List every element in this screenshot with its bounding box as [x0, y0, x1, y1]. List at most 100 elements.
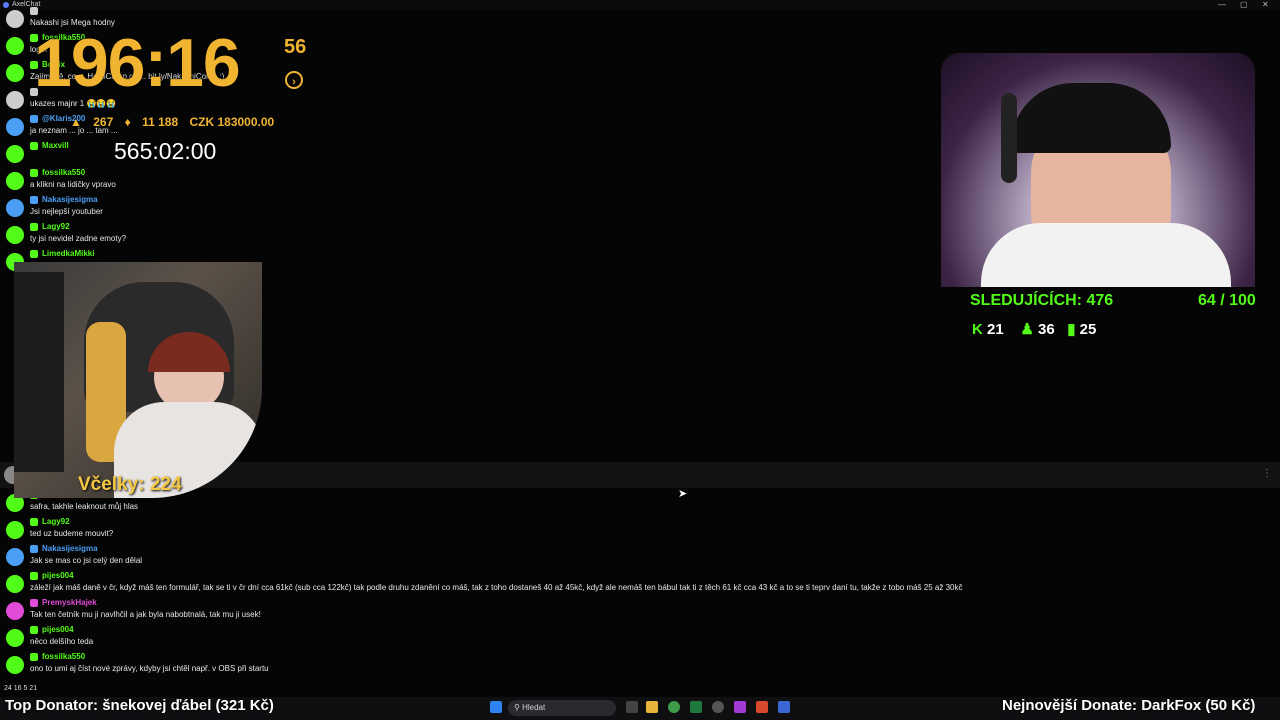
avatar[interactable] — [6, 118, 24, 136]
avatar[interactable] — [6, 37, 24, 55]
chat-message[interactable]: PremyskHajek Tak ten četník mu ji navlhči… — [4, 597, 524, 624]
facecam-right — [941, 53, 1255, 287]
stat-b: 36 — [1038, 321, 1055, 338]
chat-text: a klikni na lidičky vpravo — [30, 180, 116, 189]
badge-icon — [30, 545, 38, 553]
task-view-icon[interactable] — [626, 701, 638, 713]
bees-counter: Včelky: 224 — [78, 474, 182, 496]
chat-text: Jak se mas co jsi celý den dělal — [30, 556, 143, 565]
avatar[interactable] — [6, 602, 24, 620]
timer-seconds: 56 — [284, 36, 307, 58]
followers-count: 11 188 — [142, 115, 179, 129]
avatar[interactable] — [6, 145, 24, 163]
avatar[interactable] — [6, 548, 24, 566]
bars-icon: ▮ — [1067, 321, 1076, 338]
obs-icon[interactable] — [712, 701, 724, 713]
chat-username[interactable]: Nakasijesigma — [42, 194, 98, 205]
chat-text: záleží jak máš daně v čr, když máš ten f… — [30, 583, 963, 592]
avatar[interactable] — [6, 575, 24, 593]
avatar[interactable] — [6, 629, 24, 647]
background-shelf — [14, 272, 64, 472]
more-options-icon[interactable]: ⋮ — [1262, 468, 1272, 479]
chat-username[interactable]: fossilka550 — [42, 651, 85, 662]
bees-label: Včelky: — [78, 474, 145, 495]
badge-icon — [30, 572, 38, 580]
badge-icon — [30, 599, 38, 607]
badge-icon — [30, 142, 38, 150]
avatar[interactable] — [6, 199, 24, 217]
chat-text: Jsi nejlepší youtuber — [30, 207, 103, 216]
chat-message[interactable]: pijes004 záleží jak máš daně v čr, když m… — [4, 570, 962, 597]
facecam-left — [14, 262, 262, 498]
subs-count: 267 — [93, 115, 114, 129]
file-explorer-icon[interactable] — [646, 701, 658, 713]
chat-text: ted uz budeme mouvit? — [30, 529, 114, 538]
chat-message[interactable]: fossilka550 a klikni na lidičky vpravo — [4, 167, 524, 194]
minimize-button[interactable]: — — [1218, 0, 1226, 10]
search-placeholder: Hledat — [522, 703, 546, 712]
avatar[interactable] — [6, 64, 24, 82]
chat-username[interactable]: pijes004 — [42, 570, 74, 581]
cap — [1011, 83, 1171, 153]
badge-icon — [30, 626, 38, 634]
stat-a: 21 — [987, 321, 1004, 338]
chrome-icon[interactable] — [668, 701, 680, 713]
axelchat-icon[interactable] — [778, 701, 790, 713]
kick-icon: K — [972, 321, 983, 338]
viewers-count: SLEDUJÍCÍCH: 476 — [970, 292, 1114, 309]
mini-stats: K 21 ♟ 36 ▮ 25 — [972, 320, 1096, 338]
currency-total: CZK 183000.00 — [189, 115, 275, 129]
chat-username[interactable]: Lagy92 — [42, 516, 70, 527]
avatar[interactable] — [6, 10, 24, 28]
mouse-cursor-icon: ➤ — [678, 488, 688, 500]
chat-text: Tak ten četník mu ji navlhčil a jak byla… — [30, 610, 261, 619]
chat-username[interactable]: PremyskHajek — [42, 597, 97, 608]
badge-icon — [30, 223, 38, 231]
chat-text: safra, takhle leaknout můj hlas — [30, 502, 139, 511]
chat-message[interactable]: fossilka550 ono to umi aj číst nové zpráv… — [4, 651, 524, 678]
app-icon[interactable] — [734, 701, 746, 713]
chat-message[interactable]: Maxvill — [4, 140, 524, 167]
taskbar-search[interactable]: ⚲ Hledat — [508, 700, 616, 716]
excel-icon[interactable] — [690, 701, 702, 713]
badge-icon — [30, 7, 38, 15]
subathon-timer: 196:16 — [34, 25, 241, 101]
chat-message[interactable]: Nakasijesigma Jak se mas co jsi celý den … — [4, 543, 524, 570]
chevron-right-icon: › — [285, 71, 303, 89]
chat-username[interactable]: Nakasijesigma — [42, 543, 98, 554]
sub-goal: 64 / 100 — [1198, 292, 1256, 309]
maximize-button[interactable]: ▢ — [1240, 0, 1248, 10]
avatar[interactable] — [6, 91, 24, 109]
chat-message[interactable]: Lagy92 ty jsi nevidel zadne emoty? — [4, 221, 524, 248]
close-button[interactable]: ✕ — [1262, 0, 1269, 10]
person-icon: ▲ — [70, 115, 82, 129]
badge-icon — [30, 115, 38, 123]
badge-icon — [30, 196, 38, 204]
chat-message[interactable]: pijes004 něco delšího teda — [4, 624, 524, 651]
avatar[interactable] — [6, 656, 24, 674]
stats-row: ▲ 267 ♦ 11 188 CZK 183000.00 — [70, 115, 282, 129]
badge-icon — [30, 518, 38, 526]
total-time: 565:02:00 — [114, 138, 217, 164]
stat-c: 25 — [1079, 321, 1097, 338]
chat-username[interactable]: Maxvill — [42, 140, 69, 151]
chat-username[interactable]: fossilka550 — [42, 167, 85, 178]
person-icon: ♟ — [1020, 321, 1034, 338]
tshirt — [981, 223, 1231, 287]
chat-message[interactable]: Nakasijesigma Jsi nejlepší youtuber — [4, 194, 524, 221]
chat-username[interactable]: pijes004 — [42, 624, 74, 635]
bees-count: 224 — [149, 474, 182, 495]
chat-text: něco delšího teda — [30, 637, 94, 646]
chat-username[interactable]: Lagy92 — [42, 221, 70, 232]
avatar[interactable] — [6, 172, 24, 190]
chat-text: ono to umi aj číst nové zprávy, kdyby js… — [30, 664, 269, 673]
headphones — [1001, 93, 1017, 183]
chat-username[interactable]: LimedkaMikki — [42, 248, 94, 259]
avatar[interactable] — [6, 226, 24, 244]
windows-start-icon[interactable] — [490, 701, 502, 713]
badge-icon — [30, 250, 38, 258]
badge-icon — [30, 653, 38, 661]
avatar[interactable] — [6, 521, 24, 539]
app-icon-2[interactable] — [756, 701, 768, 713]
chat-message[interactable]: Lagy92 ted uz budeme mouvit? — [4, 516, 524, 543]
